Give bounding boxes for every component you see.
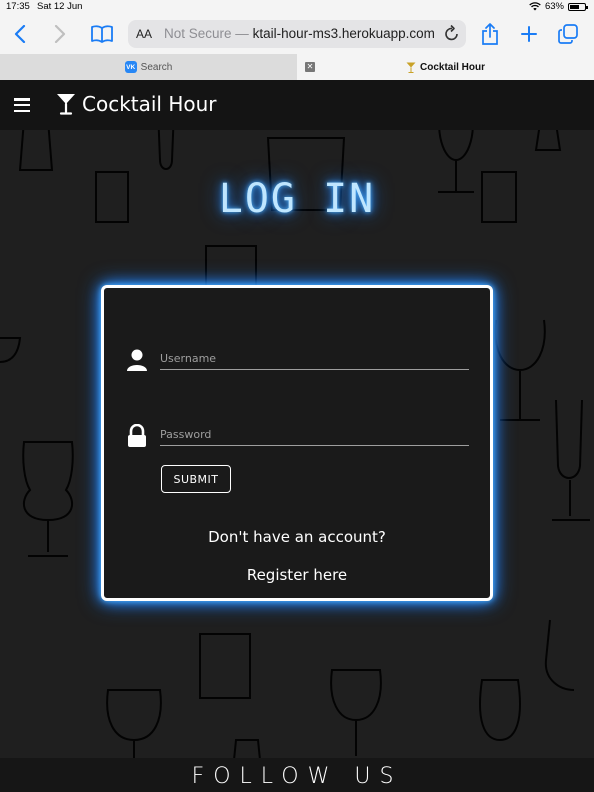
tab-label: Search bbox=[140, 61, 173, 73]
menu-icon[interactable] bbox=[14, 98, 30, 112]
vk-icon: VK bbox=[124, 61, 137, 73]
website: Cocktail Hour LOG IN SUBMIT Don't have a… bbox=[0, 80, 594, 792]
forward-icon[interactable] bbox=[46, 20, 74, 48]
battery-percent: 63% bbox=[544, 1, 564, 12]
tab-search[interactable]: VK Search bbox=[0, 54, 297, 80]
url-text: Not Secure — ktail-hour-ms3.herokuapp.co… bbox=[164, 26, 435, 41]
url-domain: ktail-hour-ms3.herokuapp.com bbox=[252, 26, 435, 41]
tabs-overview-icon[interactable] bbox=[554, 20, 582, 48]
bookmarks-icon[interactable] bbox=[88, 20, 116, 48]
wifi-icon bbox=[529, 2, 541, 11]
browser-toolbar: AA Not Secure — ktail-hour-ms3.herokuapp… bbox=[0, 14, 594, 54]
not-secure-label: Not Secure — bbox=[164, 26, 249, 41]
text-size-button[interactable]: AA bbox=[136, 27, 152, 41]
no-account-text: Don't have an account? bbox=[208, 528, 386, 546]
footer-title: FOLLOW US bbox=[191, 764, 403, 789]
reload-icon[interactable] bbox=[444, 24, 460, 46]
battery-icon bbox=[568, 2, 588, 11]
tab-label: Cocktail Hour bbox=[419, 61, 485, 73]
page-title: LOG IN bbox=[218, 176, 376, 222]
submit-button[interactable]: SUBMIT bbox=[161, 465, 231, 493]
brand-name: Cocktail Hour bbox=[82, 92, 217, 116]
password-input[interactable] bbox=[160, 424, 469, 446]
register-link[interactable]: Register here bbox=[104, 566, 490, 584]
close-tab-icon[interactable]: ✕ bbox=[305, 62, 315, 72]
cocktail-favicon-icon bbox=[406, 62, 416, 73]
cocktail-glass-icon bbox=[57, 94, 75, 115]
browser-tab-bar: VK Search Cocktail Hour ✕ bbox=[0, 54, 594, 80]
new-tab-icon[interactable] bbox=[515, 20, 543, 48]
share-icon[interactable] bbox=[476, 20, 504, 48]
brand-link[interactable]: Cocktail Hour bbox=[56, 92, 217, 116]
username-field bbox=[126, 340, 471, 380]
tab-cocktail-hour[interactable]: Cocktail Hour bbox=[297, 54, 594, 80]
status-time: 17:35 bbox=[6, 1, 30, 12]
status-date: Sat 12 Jun bbox=[37, 1, 83, 12]
login-card: SUBMIT Don't have an account? Register h… bbox=[101, 285, 493, 601]
password-field bbox=[126, 416, 471, 456]
username-input[interactable] bbox=[160, 348, 469, 370]
lock-icon bbox=[128, 424, 146, 447]
status-right: 63% bbox=[529, 1, 588, 12]
site-navbar: Cocktail Hour bbox=[0, 80, 594, 130]
back-icon[interactable] bbox=[6, 20, 34, 48]
site-footer: FOLLOW US bbox=[0, 758, 594, 792]
address-bar[interactable]: AA Not Secure — ktail-hour-ms3.herokuapp… bbox=[128, 20, 466, 48]
status-bar: 17:35 Sat 12 Jun 63% bbox=[0, 0, 594, 14]
user-icon bbox=[127, 349, 147, 371]
